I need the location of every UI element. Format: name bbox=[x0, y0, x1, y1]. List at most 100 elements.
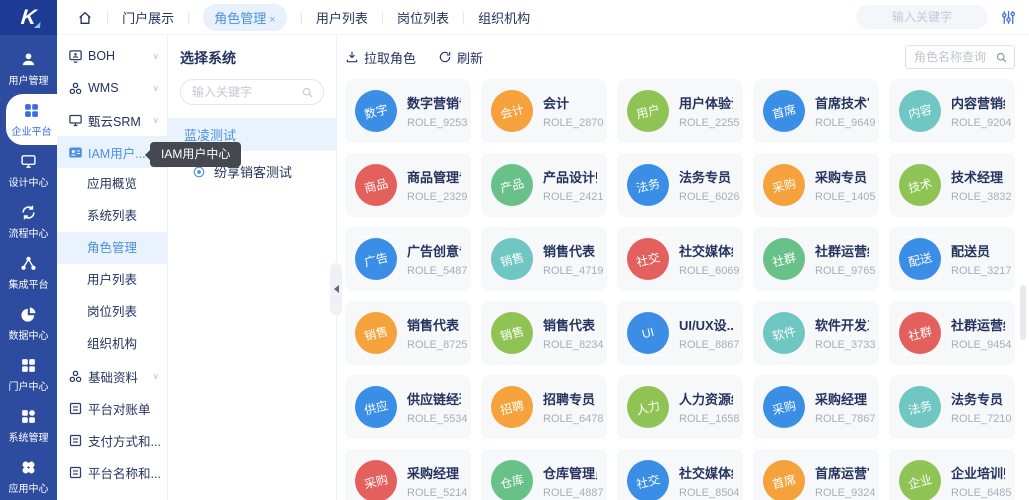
sidebar-item-label: 用户管理 bbox=[9, 72, 49, 87]
role-card[interactable]: 首席 首席技术官(... ROLE_9649 bbox=[753, 79, 879, 143]
role-card[interactable]: 社交 社交媒体经理 ROLE_8504 bbox=[617, 449, 743, 500]
nav-extra-item[interactable]: 支付方式和... bbox=[57, 424, 167, 456]
role-avatar: 会计 bbox=[491, 90, 533, 132]
app-sidebar-items: 用户管理 企业平台 设计中心 流程中心 集成平台 bbox=[0, 35, 57, 500]
role-card[interactable]: 销售 销售代表 ROLE_8234 bbox=[481, 301, 607, 365]
role-info: 内容营销经理 ROLE_9204 bbox=[951, 93, 1005, 129]
role-avatar: 法务 bbox=[627, 164, 669, 206]
role-avatar: 销售 bbox=[355, 312, 397, 354]
nav-submenu-item[interactable]: 组织机构 bbox=[57, 328, 167, 360]
role-card[interactable]: 用户 用户体验设计. ROLE_2255 bbox=[617, 79, 743, 143]
role-card[interactable]: 首席 首席运营官(... ROLE_9324 bbox=[753, 449, 879, 500]
chevron-down-icon[interactable]: ∨ bbox=[152, 371, 159, 382]
role-card[interactable]: 采购 采购经理 ROLE_7867 bbox=[753, 375, 879, 439]
nav-group-item[interactable]: BOH ∨ bbox=[57, 40, 167, 72]
chevron-down-icon[interactable]: ∨ bbox=[152, 83, 159, 94]
app-logo[interactable]: K bbox=[0, 0, 57, 35]
panel-collapse-handle[interactable] bbox=[330, 263, 342, 315]
sidebar-item[interactable]: 设计中心 bbox=[0, 145, 57, 196]
role-card[interactable]: 采购 采购专员 ROLE_1405 bbox=[753, 153, 879, 217]
role-code: ROLE_9253 bbox=[407, 117, 461, 129]
sidebar-item[interactable]: 集成平台 bbox=[0, 247, 57, 298]
role-avatar-text: 首席 bbox=[770, 470, 797, 492]
role-avatar-text: 技术 bbox=[906, 174, 933, 196]
role-avatar-text: 供应 bbox=[362, 396, 389, 418]
role-search-input[interactable] bbox=[914, 50, 995, 64]
role-card[interactable]: UI UI/UX设... ROLE_8867 bbox=[617, 301, 743, 365]
tab-item[interactable]: 角色管理× bbox=[203, 4, 286, 31]
role-card[interactable]: 社交 社交媒体经理 ROLE_6069 bbox=[617, 227, 743, 291]
role-card[interactable]: 软件 软件开发工程. ROLE_3733 bbox=[753, 301, 879, 365]
search-icon bbox=[301, 86, 314, 99]
role-card[interactable]: 法务 法务专员 ROLE_7210 bbox=[889, 375, 1015, 439]
role-card[interactable]: 会计 会计 ROLE_2870 bbox=[481, 79, 607, 143]
nav-extra-item[interactable]: 平台对账单 bbox=[57, 392, 167, 424]
filter-icon[interactable] bbox=[1000, 9, 1017, 26]
role-card[interactable]: 内容 内容营销经理 ROLE_9204 bbox=[889, 79, 1015, 143]
role-avatar: 仓库 bbox=[491, 460, 533, 500]
role-card[interactable]: 技术 技术经理 ROLE_3832 bbox=[889, 153, 1015, 217]
scrollbar-thumb[interactable] bbox=[1020, 285, 1026, 340]
tab-item[interactable]: 用户列表 bbox=[316, 8, 368, 27]
refresh-icon bbox=[438, 50, 452, 64]
nav-submenu-item[interactable]: 用户列表 bbox=[57, 264, 167, 296]
nav-submenu-label: 系统列表 bbox=[87, 209, 137, 223]
nav-submenu-item[interactable]: 系统列表 bbox=[57, 200, 167, 232]
role-card[interactable]: 法务 法务专员 ROLE_6026 bbox=[617, 153, 743, 217]
nav-submenu-item[interactable]: 角色管理 bbox=[57, 232, 167, 264]
nav-submenu-item[interactable]: 岗位列表 bbox=[57, 296, 167, 328]
sidebar-item[interactable]: 企业平台 bbox=[6, 94, 57, 145]
pull-roles-button[interactable]: 拉取角色 bbox=[345, 48, 416, 67]
role-card[interactable]: 广告 广告创意专员 ROLE_5487 bbox=[345, 227, 471, 291]
nav-extra-item[interactable]: 平台名称和... bbox=[57, 456, 167, 488]
role-code: ROLE_1405 bbox=[815, 191, 869, 203]
tab-label: 用户列表 bbox=[316, 11, 368, 26]
role-card[interactable]: 采购 采购经理 ROLE_5214 bbox=[345, 449, 471, 500]
role-code: ROLE_5534 bbox=[407, 413, 461, 425]
role-card[interactable]: 社群 社群运营经理 ROLE_9454 bbox=[889, 301, 1015, 365]
role-card[interactable]: 仓库 仓库管理员 ROLE_4887 bbox=[481, 449, 607, 500]
role-card[interactable]: 销售 销售代表 ROLE_4719 bbox=[481, 227, 607, 291]
role-card[interactable]: 销售 销售代表 ROLE_8725 bbox=[345, 301, 471, 365]
role-card[interactable]: 数字 数字营销专员 ROLE_9253 bbox=[345, 79, 471, 143]
tab-item[interactable]: 门户展示 bbox=[122, 8, 174, 27]
role-card[interactable]: 社群 社群运营经理 ROLE_9765 bbox=[753, 227, 879, 291]
app-sidebar: K 用户管理 企业平台 设计中心 流程中心 bbox=[0, 0, 57, 500]
role-title: 社群运营经理 bbox=[815, 241, 869, 260]
nav-submenu-item[interactable]: 应用概览 bbox=[57, 168, 167, 200]
role-card[interactable]: 招聘 招聘专员 ROLE_6478 bbox=[481, 375, 607, 439]
role-card[interactable]: 供应 供应链经理 ROLE_5534 bbox=[345, 375, 471, 439]
sidebar-item[interactable]: 门户中心 bbox=[0, 349, 57, 400]
sidebar-item[interactable]: 数据中心 bbox=[0, 298, 57, 349]
sidebar-item[interactable]: 用户管理 bbox=[0, 43, 57, 94]
role-title: 社交媒体经理 bbox=[679, 463, 733, 482]
home-icon[interactable] bbox=[77, 9, 93, 25]
tab-item[interactable]: 组织机构 bbox=[478, 8, 530, 27]
role-card[interactable]: 配送 配送员 ROLE_3217 bbox=[889, 227, 1015, 291]
nav-group-item[interactable]: WMS ∨ bbox=[57, 72, 167, 104]
sidebar-item[interactable]: 应用中心 bbox=[0, 451, 57, 500]
topbar-right bbox=[856, 5, 1017, 29]
role-card[interactable]: 产品 产品设计师 ROLE_2421 bbox=[481, 153, 607, 217]
chevron-down-icon[interactable]: ∨ bbox=[152, 51, 159, 62]
role-info: 首席技术官(... ROLE_9649 bbox=[815, 93, 869, 129]
role-avatar-text: 社交 bbox=[634, 470, 661, 492]
tab-item[interactable]: 岗位列表 bbox=[397, 8, 449, 27]
nav-extra-item[interactable]: 基础资料 ∨ bbox=[57, 360, 167, 392]
chevron-down-icon[interactable]: ∨ bbox=[152, 115, 159, 126]
role-card[interactable]: 企业 企业培训师 ROLE_6485 bbox=[889, 449, 1015, 500]
keyword-search-input[interactable] bbox=[856, 5, 988, 29]
sidebar-item[interactable]: 流程中心 bbox=[0, 196, 57, 247]
role-avatar: 用户 bbox=[627, 90, 669, 132]
role-avatar: 社交 bbox=[627, 238, 669, 280]
role-card[interactable]: 商品 商品管理专员 ROLE_2329 bbox=[345, 153, 471, 217]
nav-group-item[interactable]: 甄云SRM ∨ bbox=[57, 104, 167, 136]
role-toolbar: 拉取角色 刷新 bbox=[345, 44, 1015, 70]
role-card[interactable]: 人力 人力资源经理 ROLE_1658 bbox=[617, 375, 743, 439]
tab-close-icon[interactable]: × bbox=[269, 14, 275, 26]
refresh-button[interactable]: 刷新 bbox=[438, 48, 483, 67]
collapse-arrow-icon bbox=[334, 285, 339, 293]
nav-group-label: WMS bbox=[88, 81, 147, 95]
sidebar-item[interactable]: 系统管理 bbox=[0, 400, 57, 451]
system-search-input[interactable] bbox=[192, 85, 301, 99]
